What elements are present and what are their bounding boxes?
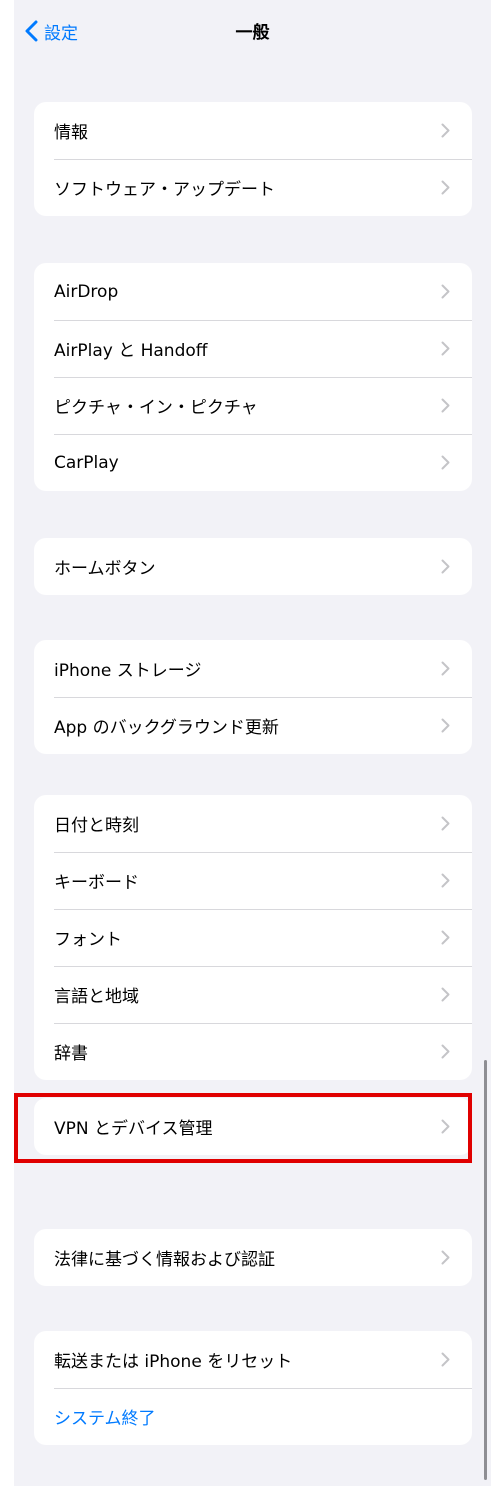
chevron-right-icon <box>441 398 450 413</box>
settings-group-home-button: ホームボタン <box>34 538 472 595</box>
row-label: システム終了 <box>54 1409 156 1429</box>
settings-group-legal: 法律に基づく情報および認証 <box>34 1229 472 1286</box>
row-label: 法律に基づく情報および認証 <box>54 1250 275 1270</box>
chevron-right-icon <box>441 987 450 1002</box>
navigation-bar: 設定 一般 <box>14 0 491 64</box>
row-keyboard[interactable]: キーボード <box>34 852 472 909</box>
settings-group-locale: 日付と時刻 キーボード フォント 言語と地域 辞書 <box>34 795 472 1080</box>
row-label: 転送または iPhone をリセット <box>54 1352 293 1372</box>
row-transfer-reset[interactable]: 転送または iPhone をリセット <box>34 1331 472 1388</box>
chevron-right-icon <box>441 123 450 138</box>
row-label: iPhone ストレージ <box>54 661 202 681</box>
chevron-right-icon <box>441 873 450 888</box>
settings-group-sharing: AirDrop AirPlay と Handoff ピクチャ・イン・ピクチャ C… <box>34 263 472 491</box>
scroll-indicator <box>484 1060 487 1480</box>
chevron-right-icon <box>441 1352 450 1367</box>
row-label: フォント <box>54 930 122 950</box>
row-label: VPN とデバイス管理 <box>54 1119 213 1139</box>
row-label: 辞書 <box>54 1044 88 1064</box>
chevron-right-icon <box>441 1044 450 1059</box>
row-airplay-handoff[interactable]: AirPlay と Handoff <box>34 320 472 377</box>
row-fonts[interactable]: フォント <box>34 909 472 966</box>
settings-group-about: 情報 ソフトウェア・アップデート <box>34 102 472 216</box>
row-software-update[interactable]: ソフトウェア・アップデート <box>34 159 472 216</box>
row-airdrop[interactable]: AirDrop <box>34 263 472 320</box>
row-label: ソフトウェア・アップデート <box>54 180 275 200</box>
settings-screen: 設定 一般 情報 ソフトウェア・アップデート AirDrop AirPlay と… <box>14 0 491 1486</box>
row-label: ピクチャ・イン・ピクチャ <box>54 398 258 418</box>
page-title: 一般 <box>235 23 270 43</box>
chevron-right-icon <box>441 341 450 356</box>
row-vpn-device-management[interactable]: VPN とデバイス管理 <box>34 1098 472 1155</box>
chevron-right-icon <box>441 180 450 195</box>
row-shut-down[interactable]: システム終了 <box>34 1388 472 1445</box>
row-label: App のバックグラウンド更新 <box>54 718 279 738</box>
row-picture-in-picture[interactable]: ピクチャ・イン・ピクチャ <box>34 377 472 434</box>
row-label: 言語と地域 <box>54 987 139 1007</box>
row-legal-regulatory[interactable]: 法律に基づく情報および認証 <box>34 1229 472 1286</box>
row-carplay[interactable]: CarPlay <box>34 434 472 491</box>
chevron-right-icon <box>441 661 450 676</box>
chevron-right-icon <box>441 816 450 831</box>
row-label: CarPlay <box>54 452 119 473</box>
row-dictionary[interactable]: 辞書 <box>34 1023 472 1080</box>
chevron-right-icon <box>441 284 450 299</box>
row-label: キーボード <box>54 873 139 893</box>
chevron-right-icon <box>441 718 450 733</box>
chevron-right-icon <box>441 1119 450 1134</box>
chevron-right-icon <box>441 455 450 470</box>
row-about[interactable]: 情報 <box>34 102 472 159</box>
row-home-button[interactable]: ホームボタン <box>34 538 472 595</box>
row-label: 日付と時刻 <box>54 816 139 836</box>
row-iphone-storage[interactable]: iPhone ストレージ <box>34 640 472 697</box>
row-language-region[interactable]: 言語と地域 <box>34 966 472 1023</box>
row-date-time[interactable]: 日付と時刻 <box>34 795 472 852</box>
chevron-right-icon <box>441 930 450 945</box>
row-background-app-refresh[interactable]: App のバックグラウンド更新 <box>34 697 472 754</box>
settings-group-vpn: VPN とデバイス管理 <box>34 1098 472 1155</box>
settings-group-reset: 転送または iPhone をリセット システム終了 <box>34 1331 472 1445</box>
row-label: 情報 <box>54 123 88 143</box>
row-label: ホームボタン <box>54 559 156 579</box>
chevron-right-icon <box>441 559 450 574</box>
chevron-right-icon <box>441 1250 450 1265</box>
row-label: AirPlay と Handoff <box>54 341 208 361</box>
settings-group-storage: iPhone ストレージ App のバックグラウンド更新 <box>34 640 472 754</box>
row-label: AirDrop <box>54 281 119 302</box>
